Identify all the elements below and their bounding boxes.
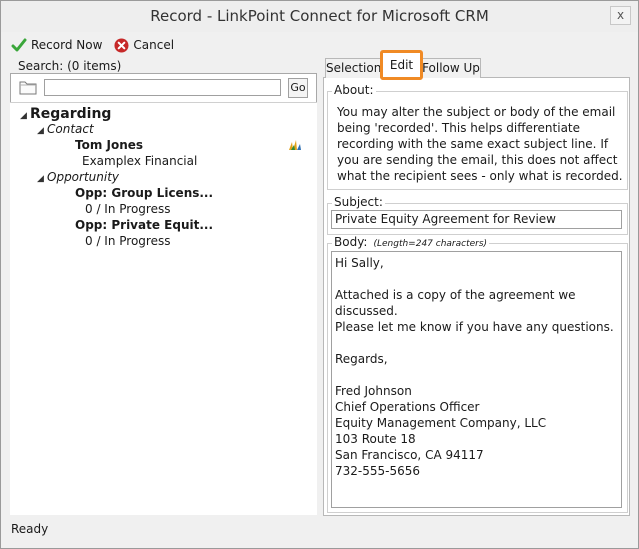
- cancel-icon: [114, 37, 129, 53]
- close-button[interactable]: x: [610, 6, 631, 25]
- subject-input[interactable]: Private Equity Agreement for Review: [331, 210, 622, 229]
- toolbar: Record Now Cancel: [11, 36, 186, 54]
- about-text: You may alter the subject or body of the…: [337, 105, 623, 183]
- tab-edit[interactable]: Edit: [380, 50, 423, 80]
- tree-opportunity-node[interactable]: ◢ Opportunity: [37, 170, 119, 184]
- expanded-caret-icon: ◢: [20, 111, 27, 121]
- tab-selection[interactable]: Selection: [325, 58, 381, 78]
- tree-opp1-title[interactable]: Opp: Group Licens...: [75, 186, 213, 200]
- regarding-label: Regarding: [30, 106, 112, 122]
- folder-icon[interactable]: [19, 79, 37, 98]
- tree-regarding-node[interactable]: ◢ Regarding: [20, 106, 111, 122]
- expanded-caret-icon: ◢: [37, 174, 44, 184]
- tree-contact-name[interactable]: Tom Jones: [75, 138, 143, 152]
- tree-contact-node[interactable]: ◢ Contact: [37, 122, 94, 136]
- crm-chart-icon[interactable]: [288, 139, 302, 154]
- tab-follow-up[interactable]: Follow Up: [421, 58, 481, 78]
- expanded-caret-icon: ◢: [37, 126, 44, 136]
- tree-opp1-status: 0 / In Progress: [85, 202, 171, 216]
- go-button[interactable]: Go: [288, 78, 308, 98]
- title-bar: Record - LinkPoint Connect for Microsoft…: [1, 1, 638, 32]
- body-legend-wrap: Body: (Length=247 characters): [332, 235, 490, 249]
- opportunity-header: Opportunity: [47, 170, 120, 184]
- body-textarea[interactable]: Hi Sally, Attached is a copy of the agre…: [331, 251, 622, 508]
- record-now-label: Record Now: [31, 38, 103, 52]
- tree-contact-company: Examplex Financial: [82, 154, 198, 168]
- cancel-label: Cancel: [133, 38, 175, 52]
- window-title: Record - LinkPoint Connect for Microsoft…: [150, 7, 489, 25]
- subject-legend: Subject:: [332, 195, 385, 209]
- status-text: Ready: [11, 522, 49, 536]
- about-legend: About:: [332, 83, 376, 97]
- body-legend: Body:: [334, 235, 368, 249]
- search-input[interactable]: [44, 79, 281, 96]
- tree-opp2-title[interactable]: Opp: Private Equit...: [75, 218, 213, 232]
- record-window: Record - LinkPoint Connect for Microsoft…: [0, 0, 639, 549]
- check-icon: [11, 38, 27, 52]
- contact-header: Contact: [47, 122, 94, 136]
- body-length-note: (Length=247 characters): [373, 239, 488, 249]
- cancel-button[interactable]: Cancel: [114, 37, 175, 53]
- tree-opp2-status: 0 / In Progress: [85, 234, 171, 248]
- record-now-button[interactable]: Record Now: [11, 37, 102, 53]
- search-label: Search: (0 items): [18, 59, 122, 73]
